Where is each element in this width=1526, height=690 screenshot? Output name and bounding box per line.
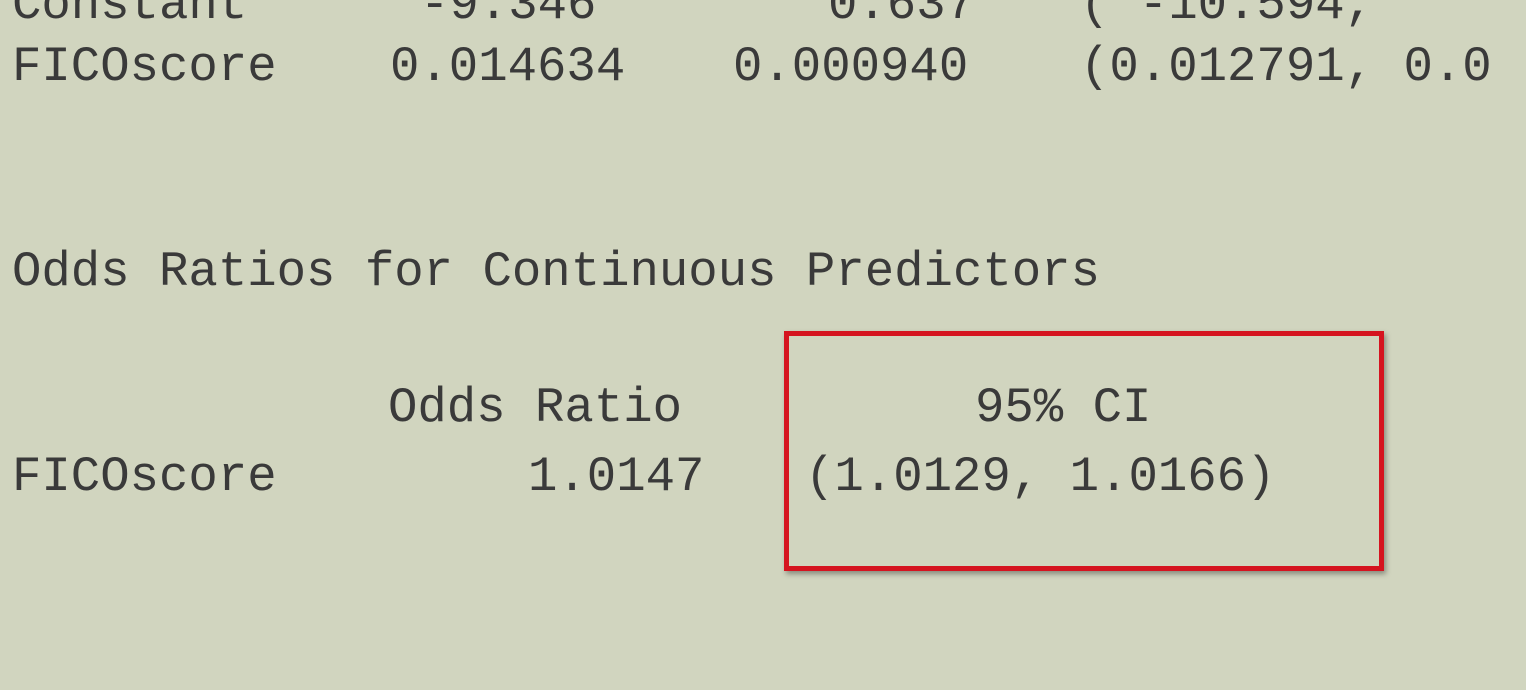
se-coef-value: 0.000940	[733, 39, 969, 95]
coef-value: 0.014634	[390, 39, 626, 95]
section-heading: Odds Ratios for Continuous Predictors	[0, 243, 1100, 301]
session-output-pane: Constant -9.346 0.637 ( -10.594, FICOsco…	[0, 0, 1526, 690]
coef-row-constant: Constant -9.346 0.637 ( -10.594,	[0, 0, 1374, 34]
odds-ratio-column-header: Odds Ratio	[388, 380, 683, 436]
ci-highlight-box	[784, 331, 1384, 571]
coef-value: -9.346	[420, 0, 597, 33]
coef-row-ficoscore: FICOscore 0.014634 0.000940 (0.012791, 0…	[0, 38, 1492, 96]
odds-header-row: Odds Ratio 95% CI	[0, 379, 1151, 437]
term-label: FICOscore	[12, 39, 277, 95]
term-label: FICOscore	[12, 449, 277, 505]
ci-value: ( -10.594,	[1080, 0, 1375, 33]
se-coef-value: 0.637	[828, 0, 976, 33]
term-label: Constant	[12, 0, 248, 33]
odds-row-ficoscore: FICOscore 1.0147 (1.0129, 1.0166)	[0, 448, 1275, 506]
odds-ratios-heading: Odds Ratios for Continuous Predictors	[12, 244, 1100, 300]
ci-value: (0.012791, 0.0	[1080, 39, 1492, 95]
odds-ratio-value: 1.0147	[528, 449, 705, 505]
